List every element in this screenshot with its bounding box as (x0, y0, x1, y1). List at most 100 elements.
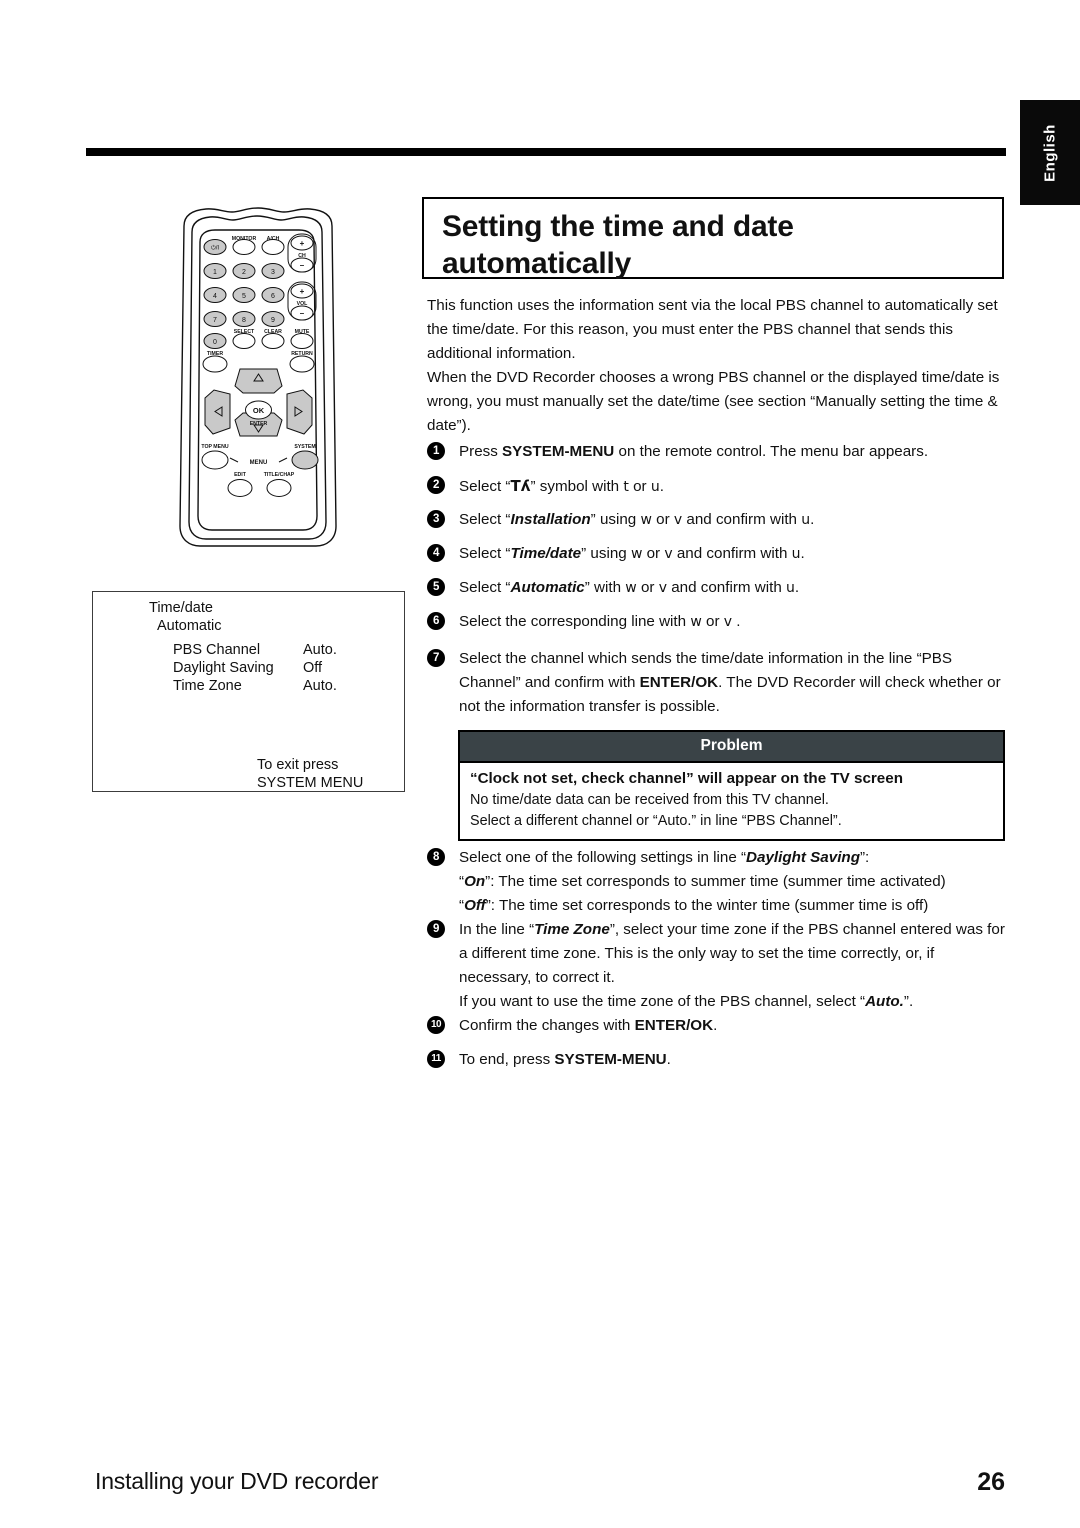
remote-label-0: 0 (213, 339, 217, 346)
page-title-box: Setting the time and date automatically (422, 197, 1004, 280)
intro-paragraph-1: This function uses the information sent … (427, 297, 998, 362)
remote-label-enter: ENTER (250, 421, 268, 427)
step-8-on-desc: ”: The time set corresponds to summer ti… (485, 873, 946, 890)
step-3-text-post: . (810, 511, 815, 528)
footer-section-title: Installing your DVD recorder (95, 1468, 379, 1494)
step-4: 4 Select “Time/date” using w or v and co… (427, 542, 1005, 566)
step-5: 5 Select “Automatic” with w or v and con… (427, 576, 1005, 600)
step-6-text-post: . (732, 613, 741, 630)
step-5-menu-name: Automatic (510, 579, 585, 596)
remote-label-title-chap: TITLE/CHAP (264, 472, 295, 478)
step-2-text-post: . (659, 478, 664, 495)
intro-paragraph-2: When the DVD Recorder chooses a wrong PB… (427, 369, 1000, 434)
remote-button-clear[interactable] (261, 333, 285, 349)
remote-label-vol-minus: – (300, 309, 305, 318)
remote-label-8: 8 (242, 317, 246, 324)
remote-label-power: ⏻/I (211, 245, 219, 252)
step-1-key: SYSTEM-MENU (502, 443, 615, 460)
header-rule (86, 148, 1006, 156)
problem-line-1: No time/date data can be received from t… (470, 792, 829, 808)
remote-label-9: 9 (271, 317, 275, 324)
step-11-text: To end, press SYSTEM-MENU. (459, 1048, 1005, 1072)
step-4-text-mid3: and confirm with (672, 545, 792, 562)
step-6: 6 Select the corresponding line with w o… (427, 610, 1005, 634)
step-2-text: Select “Τʎ” symbol with t or u. (459, 474, 1005, 499)
step-number-1: 1 (427, 442, 445, 460)
step-1-text-post: on the remote control. The menu bar appe… (614, 443, 929, 460)
problem-title: “Clock not set, check channel” will appe… (470, 770, 903, 787)
step-6-text: Select the corresponding line with w or … (459, 610, 1005, 634)
setup-symbol-icon: Τʎ (510, 477, 531, 495)
page-title-line-2: automatically (442, 247, 632, 280)
remote-button-system[interactable] (291, 450, 319, 470)
remote-button-right[interactable] (286, 389, 313, 435)
remote-label-1: 1 (213, 269, 217, 276)
step-11-text-post: . (666, 1051, 671, 1068)
step-4-text-mid: ” using (581, 545, 631, 562)
step-5-text-pre: Select “ (459, 579, 511, 596)
osd-row-label: Time Zone (173, 678, 242, 694)
step-11-text-pre: To end, press (459, 1051, 555, 1068)
page-title-line-1: Setting the time and date (442, 210, 794, 243)
step-10-key: ENTER/OK (634, 1017, 714, 1034)
step-3: 3 Select “Installation” using w or v and… (427, 508, 1005, 532)
step-8-option-off: “Off”: The time set corresponds to the w… (459, 894, 1005, 918)
step-9-text-pre: In the line “ (459, 921, 535, 938)
osd-row-pbs-channel: PBS Channel Auto. (173, 642, 393, 660)
remote-button-mute[interactable] (290, 333, 314, 349)
arrow-right-icon: u (801, 512, 811, 528)
step-number-7: 7 (427, 649, 445, 667)
step-8: 8 Select one of the following settings i… (427, 846, 1005, 918)
arrow-right-icon: u (650, 479, 660, 495)
remote-label-5: 5 (242, 293, 246, 300)
step-2: 2 Select “Τʎ” symbol with t or u. (427, 474, 1005, 499)
remote-button-return[interactable] (289, 355, 315, 373)
step-number-8: 8 (427, 848, 445, 866)
step-3-text-mid: ” using (590, 511, 641, 528)
step-6-text-pre: Select the corresponding line with (459, 613, 691, 630)
step-3-text-mid3: and confirm with (682, 511, 802, 528)
osd-row-time-zone: Time Zone Auto. (173, 678, 393, 696)
osd-row-value: Auto. (303, 678, 337, 694)
step-9-auto-post: ”. (903, 993, 914, 1010)
remote-button-left[interactable] (204, 389, 231, 435)
step-10-text-post: . (713, 1017, 718, 1034)
osd-exit-line-2: SYSTEM MENU (257, 775, 364, 791)
step-7-text: Select the channel which sends the time/… (459, 647, 1005, 719)
remote-button-top-menu[interactable] (201, 450, 229, 470)
step-2-text-mid2: or (628, 478, 651, 495)
arrow-up-icon: w (640, 512, 652, 528)
step-8-menu-name: Daylight Saving (746, 849, 860, 866)
step-9-menu-name: Time Zone (534, 921, 610, 938)
problem-box: Problem “Clock not set, check channel” w… (458, 730, 1005, 841)
step-1-text-pre: Press (459, 443, 503, 460)
problem-box-header: Problem (460, 732, 1003, 761)
step-10-text: Confirm the changes with ENTER/OK. (459, 1014, 1005, 1038)
remote-label-top-menu: TOP MENU (201, 444, 228, 450)
step-11: 11 To end, press SYSTEM-MENU. (427, 1048, 1005, 1072)
remote-button-a-ch[interactable] (261, 239, 285, 255)
remote-button-edit[interactable] (227, 479, 253, 497)
remote-button-select[interactable] (232, 333, 256, 349)
remote-label-ch-minus: – (300, 261, 305, 270)
step-2-text-mid: ” symbol with (530, 478, 624, 495)
remote-button-monitor[interactable] (232, 239, 256, 255)
step-4-text-pre: Select “ (459, 545, 511, 562)
remote-button-timer[interactable] (202, 355, 228, 373)
step-8-on-value: On (464, 873, 486, 890)
step-8-text-pre: Select one of the following settings in … (459, 849, 747, 866)
page-number: 26 (977, 1468, 1005, 1496)
step-8-off-value: Off (464, 897, 486, 914)
step-9-auto-note: If you want to use the time zone of the … (459, 990, 1005, 1014)
osd-row-value: Auto. (303, 642, 337, 658)
osd-row-label: Daylight Saving (173, 660, 274, 676)
remote-button-title-chap[interactable] (266, 479, 292, 497)
remote-label-6: 6 (271, 293, 275, 300)
language-tab: English (1020, 100, 1080, 205)
step-8-text: Select one of the following settings in … (459, 846, 1005, 918)
osd-screen-illustration: Time/date Automatic PBS Channel Auto. Da… (92, 591, 405, 792)
step-number-3: 3 (427, 510, 445, 528)
step-8-text-post: ”: (859, 849, 870, 866)
step-number-9: 9 (427, 920, 445, 938)
remote-label-edit: EDIT (234, 472, 247, 478)
